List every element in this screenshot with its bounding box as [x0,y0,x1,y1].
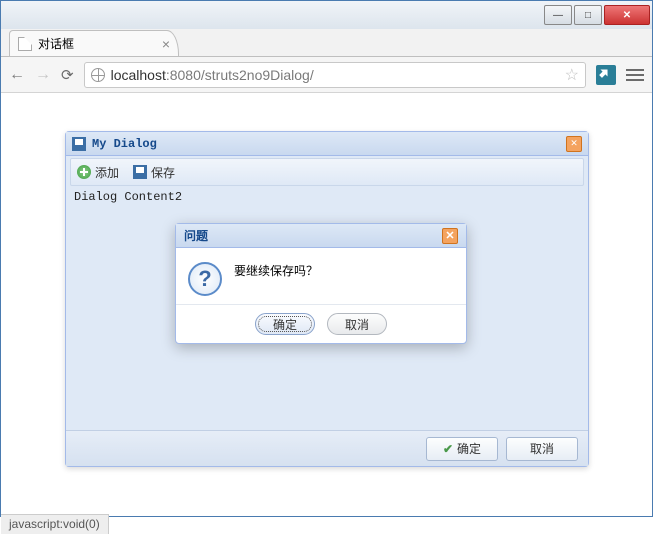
confirm-title: 问题 [184,227,208,244]
url-host: localhost [111,67,166,83]
confirm-body: ? 要继续保存吗？ [176,248,466,305]
tab-title: 对话框 [38,35,74,52]
panel-close-icon[interactable]: ✕ [566,136,582,152]
question-icon: ? [188,262,222,296]
panel-body: Dialog Content2 [66,186,588,208]
add-label: 添加 [95,164,119,181]
status-text: javascript:void(0) [9,517,100,531]
confirm-header[interactable]: 问题 ✕ [176,224,466,248]
confirm-message: 要继续保存吗？ [234,262,318,279]
tab-strip: 对话框 × [1,29,652,57]
minimize-button[interactable]: — [544,5,572,25]
confirm-dialog: 问题 ✕ ? 要继续保存吗？ 确定 取消 [175,223,467,344]
add-button[interactable]: 添加 [77,164,119,181]
panel-footer: ✔ 确定 取消 [66,430,588,466]
back-button[interactable]: ← [9,66,25,84]
hamburger-menu-icon[interactable] [626,69,644,81]
url-text: localhost:8080/struts2no9Dialog/ [111,67,314,83]
maximize-button[interactable]: □ [574,5,602,25]
save-label: 保存 [151,164,175,181]
panel-header[interactable]: My Dialog ✕ [66,132,588,156]
globe-icon [91,68,105,82]
extension-icon[interactable] [596,65,616,85]
bookmark-star-icon[interactable]: ☆ [565,65,579,85]
browser-tab[interactable]: 对话框 × [9,30,179,56]
panel-title: My Dialog [92,137,157,151]
panel-content-text: Dialog Content2 [74,190,182,204]
window-titlebar: — □ ✕ [1,1,652,29]
panel-ok-button[interactable]: ✔ 确定 [426,437,498,461]
disk-icon [72,137,86,151]
confirm-ok-button[interactable]: 确定 [255,313,315,335]
plus-icon [77,165,91,179]
confirm-cancel-label: 取消 [345,316,369,333]
confirm-close-icon[interactable]: ✕ [442,228,458,244]
disk-icon [133,165,147,179]
file-icon [18,37,32,51]
status-bar: javascript:void(0) [1,514,109,534]
tab-close-icon[interactable]: × [162,37,170,51]
panel-ok-label: 确定 [457,440,481,457]
browser-toolbar: ← → ⟳ localhost:8080/struts2no9Dialog/ ☆ [1,57,652,93]
window-close-button[interactable]: ✕ [604,5,650,25]
check-icon: ✔ [443,442,453,456]
url-path: :8080/struts2no9Dialog/ [166,67,314,83]
panel-toolbar: 添加 保存 [70,158,584,186]
confirm-footer: 确定 取消 [176,305,466,343]
save-button[interactable]: 保存 [133,164,175,181]
forward-button[interactable]: → [35,66,51,84]
reload-button[interactable]: ⟳ [61,66,74,84]
page-content: My Dialog ✕ 添加 保存 Dialog Content2 ✔ [1,93,652,516]
panel-cancel-label: 取消 [530,440,554,457]
address-bar[interactable]: localhost:8080/struts2no9Dialog/ ☆ [84,62,586,88]
confirm-cancel-button[interactable]: 取消 [327,313,387,335]
panel-cancel-button[interactable]: 取消 [506,437,578,461]
confirm-ok-label: 确定 [273,316,297,333]
